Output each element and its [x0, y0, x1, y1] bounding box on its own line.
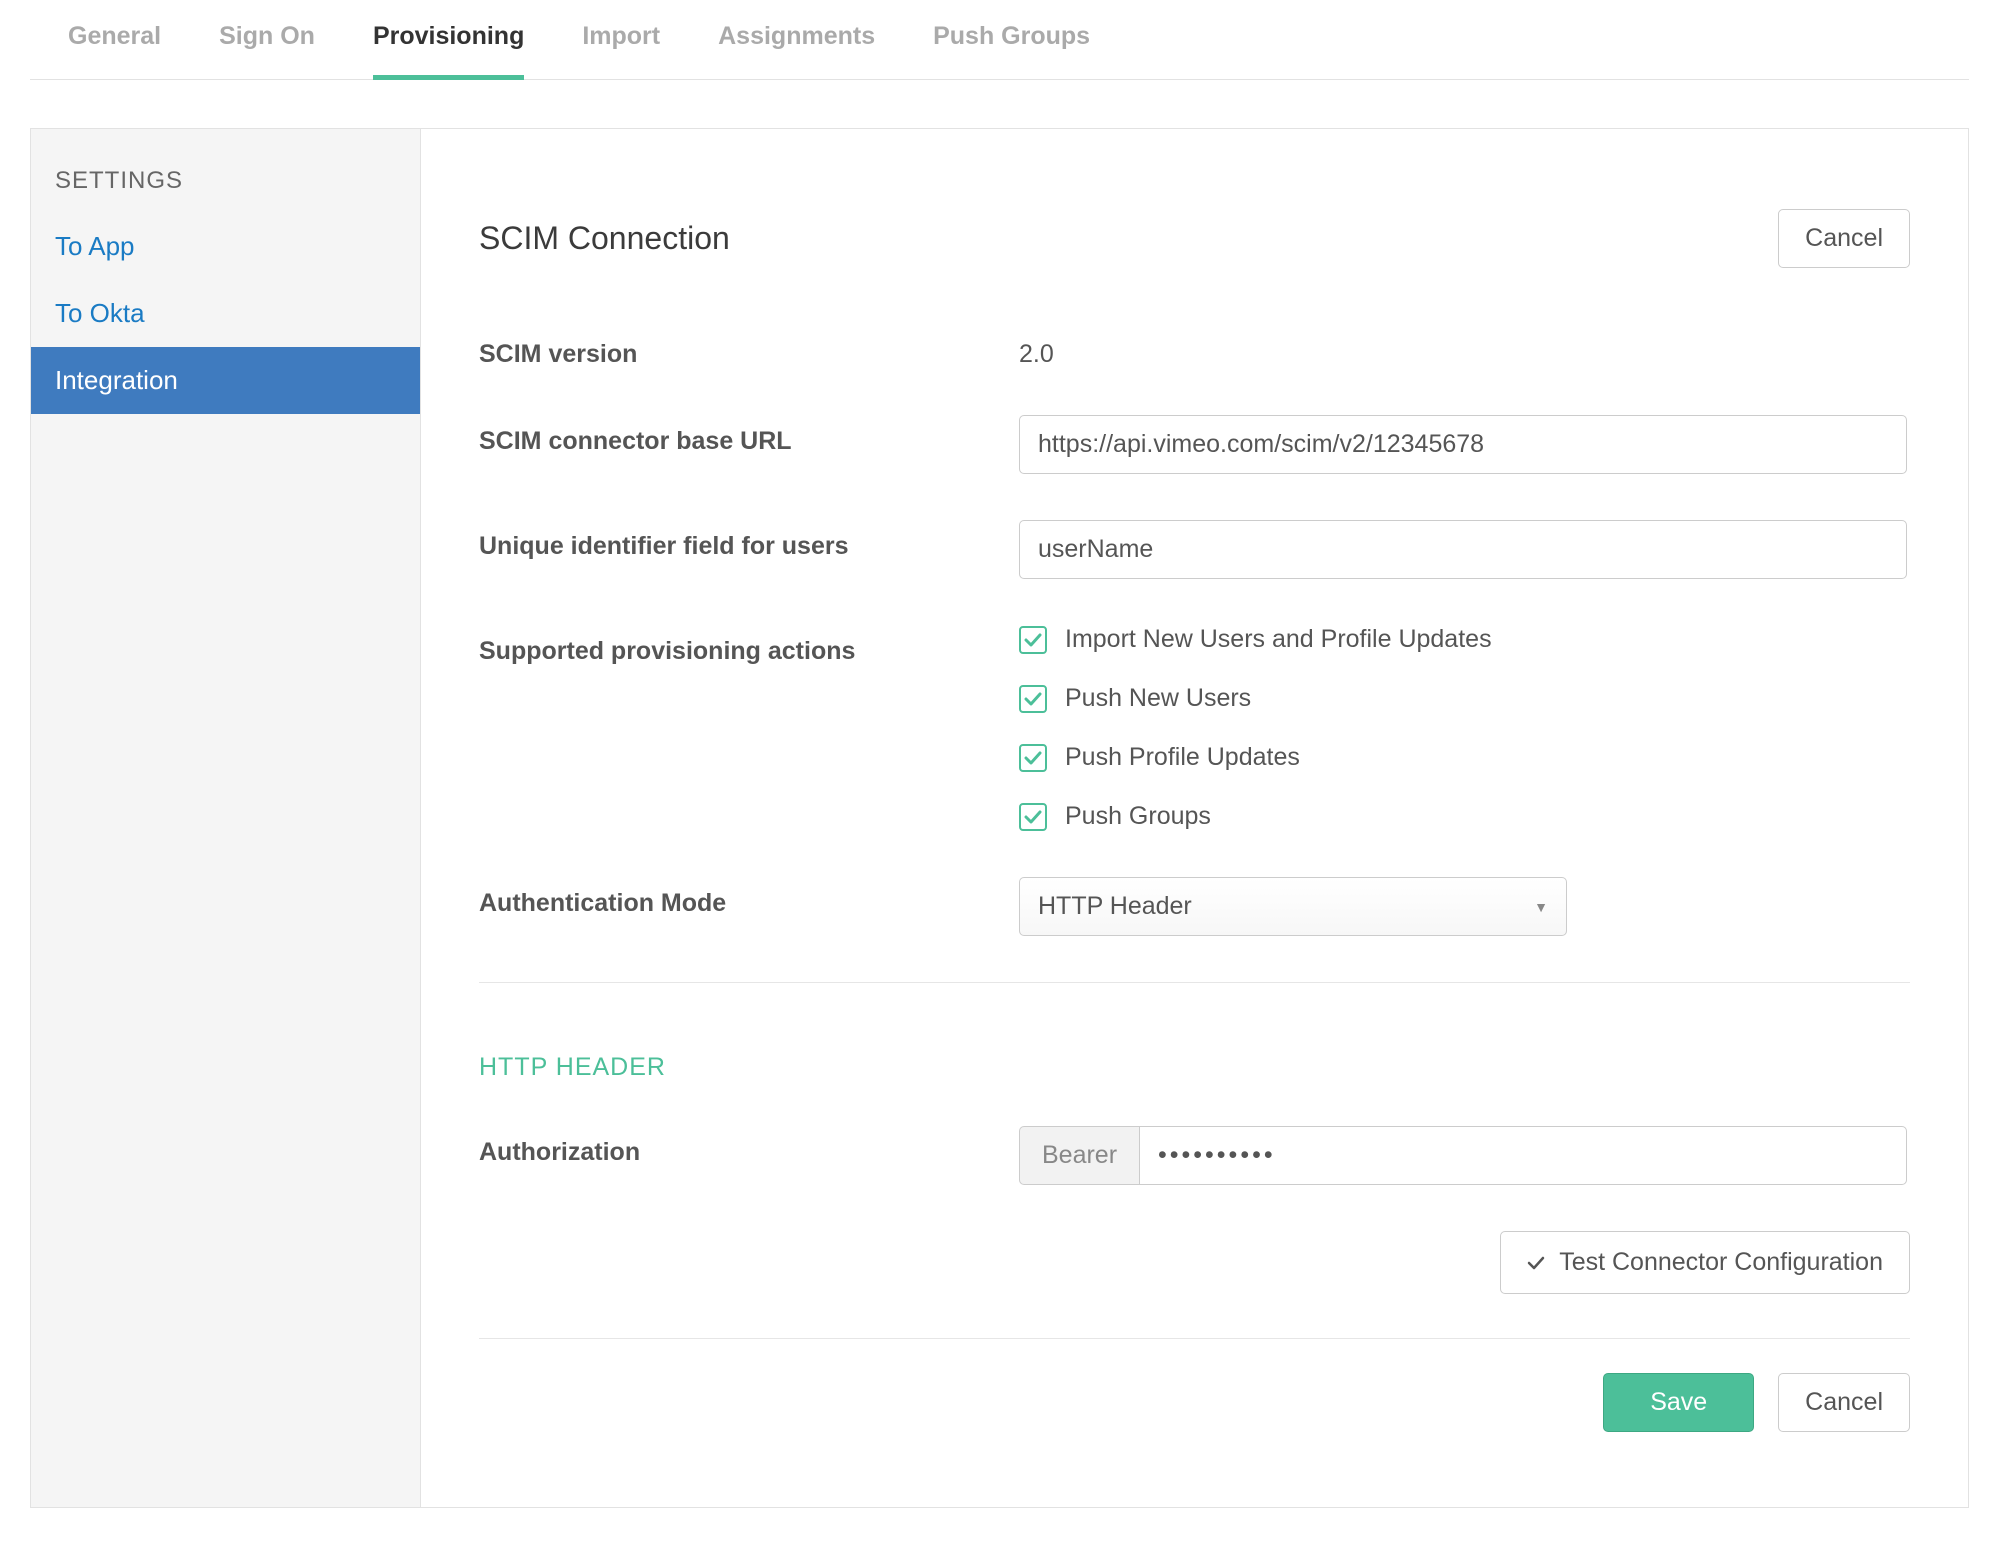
- authorization-group: Bearer: [1019, 1126, 1907, 1185]
- auth-mode-select[interactable]: HTTP Header ▼: [1019, 877, 1567, 936]
- actions-list: Import New Users and Profile Updates Pus…: [1019, 625, 1492, 831]
- authorization-label: Authorization: [479, 1126, 1019, 1167]
- tab-assignments[interactable]: Assignments: [718, 22, 875, 80]
- action-push-groups[interactable]: Push Groups: [1019, 802, 1492, 831]
- sidebar-item-to-okta[interactable]: To Okta: [31, 280, 420, 347]
- checkbox-icon: [1019, 626, 1047, 654]
- tab-import[interactable]: Import: [582, 22, 660, 80]
- caret-down-icon: ▼: [1534, 899, 1548, 915]
- main-panel: SETTINGS To App To Okta Integration SCIM…: [30, 128, 1969, 1508]
- unique-id-input[interactable]: [1019, 520, 1907, 579]
- http-header-title: HTTP HEADER: [479, 1053, 1910, 1082]
- tab-sign-on[interactable]: Sign On: [219, 22, 315, 80]
- action-label: Push New Users: [1065, 684, 1251, 713]
- bearer-prefix: Bearer: [1019, 1126, 1139, 1185]
- sidebar-item-to-app[interactable]: To App: [31, 213, 420, 280]
- checkbox-icon: [1019, 803, 1047, 831]
- action-label: Push Profile Updates: [1065, 743, 1300, 772]
- save-button[interactable]: Save: [1603, 1373, 1754, 1432]
- actions-label: Supported provisioning actions: [479, 625, 1019, 666]
- tab-provisioning[interactable]: Provisioning: [373, 22, 524, 80]
- content-area: SCIM Connection Cancel SCIM version 2.0 …: [421, 129, 1968, 1507]
- unique-id-label: Unique identifier field for users: [479, 520, 1019, 561]
- auth-mode-value: HTTP Header: [1038, 892, 1192, 921]
- scim-version-value: 2.0: [1019, 328, 1054, 369]
- divider: [479, 982, 1910, 983]
- cancel-button[interactable]: Cancel: [1778, 1373, 1910, 1432]
- tab-general[interactable]: General: [68, 22, 161, 80]
- checkbox-icon: [1019, 685, 1047, 713]
- cancel-button-top[interactable]: Cancel: [1778, 209, 1910, 268]
- tab-push-groups[interactable]: Push Groups: [933, 22, 1090, 80]
- checkbox-icon: [1019, 744, 1047, 772]
- settings-sidebar: SETTINGS To App To Okta Integration: [31, 129, 421, 1507]
- tab-bar: General Sign On Provisioning Import Assi…: [30, 0, 1969, 80]
- base-url-label: SCIM connector base URL: [479, 415, 1019, 456]
- sidebar-item-integration[interactable]: Integration: [31, 347, 420, 414]
- test-connector-button[interactable]: Test Connector Configuration: [1500, 1231, 1910, 1294]
- action-import-new-users[interactable]: Import New Users and Profile Updates: [1019, 625, 1492, 654]
- footer-actions: Save Cancel: [479, 1338, 1910, 1432]
- section-title: SCIM Connection: [479, 220, 730, 257]
- base-url-input[interactable]: [1019, 415, 1907, 474]
- test-connector-label: Test Connector Configuration: [1559, 1248, 1883, 1277]
- check-icon: [1527, 1248, 1545, 1277]
- auth-mode-label: Authentication Mode: [479, 877, 1019, 918]
- scim-version-label: SCIM version: [479, 328, 1019, 369]
- action-label: Push Groups: [1065, 802, 1211, 831]
- authorization-token-input[interactable]: [1139, 1126, 1907, 1185]
- action-label: Import New Users and Profile Updates: [1065, 625, 1492, 654]
- action-push-new-users[interactable]: Push New Users: [1019, 684, 1492, 713]
- sidebar-heading: SETTINGS: [31, 129, 420, 213]
- action-push-profile-updates[interactable]: Push Profile Updates: [1019, 743, 1492, 772]
